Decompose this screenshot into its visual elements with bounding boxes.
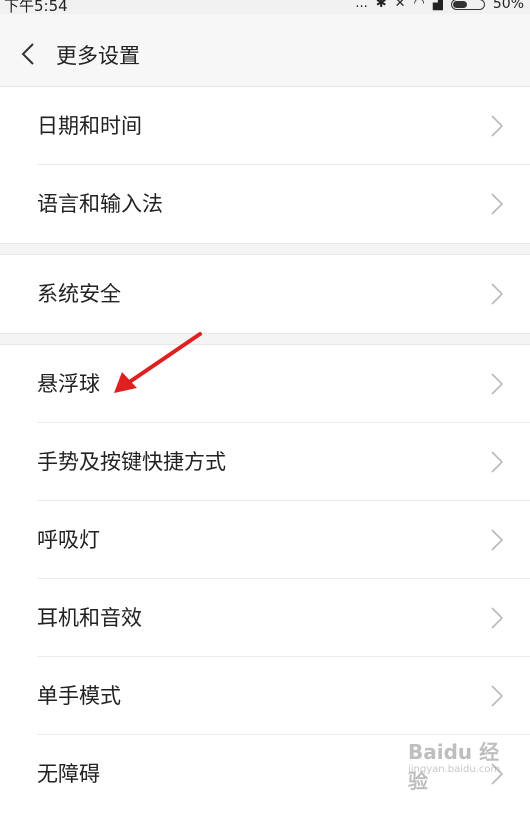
- chevron-right-icon: [491, 115, 504, 137]
- settings-item-headphones-audio[interactable]: 耳机和音效: [0, 579, 530, 657]
- wifi-icon: ◠: [413, 0, 425, 11]
- chevron-right-icon: [491, 373, 504, 395]
- bluetooth-icon: ✱: [375, 0, 387, 11]
- page-title: 更多设置: [56, 44, 140, 68]
- settings-item-label: 耳机和音效: [37, 606, 142, 630]
- battery-icon: [450, 0, 485, 10]
- watermark-url: jingyan.baidu.com: [408, 764, 501, 775]
- settings-item-notification-light[interactable]: 呼吸灯: [0, 501, 530, 579]
- chevron-right-icon: [491, 193, 504, 215]
- settings-item-date-time[interactable]: 日期和时间: [0, 87, 530, 165]
- settings-item-floating-ball[interactable]: 悬浮球: [0, 345, 530, 423]
- header-bar: 更多设置: [0, 14, 530, 87]
- chevron-right-icon: [491, 283, 504, 305]
- chevron-right-icon: [491, 607, 504, 629]
- battery-percent: 50%: [492, 0, 524, 12]
- settings-item-label: 悬浮球: [37, 372, 100, 396]
- settings-item-one-handed-mode[interactable]: 单手模式: [0, 657, 530, 735]
- status-time: 下午5:54: [4, 0, 68, 14]
- status-bar: 下午5:54 ... ✱ ✕ ◠ ▟ 50%: [0, 0, 530, 14]
- settings-item-label: 手势及按键快捷方式: [37, 450, 226, 474]
- settings-list: 日期和时间 语言和输入法 系统安全 悬浮球 手势及按键快捷方式 呼吸灯 耳机和音…: [0, 87, 530, 813]
- settings-item-label: 呼吸灯: [37, 528, 100, 552]
- settings-item-label: 日期和时间: [37, 114, 142, 138]
- settings-item-label: 单手模式: [37, 684, 121, 708]
- battery-fill: [452, 0, 467, 8]
- back-arrow-icon: [21, 43, 34, 65]
- settings-item-label: 系统安全: [37, 282, 121, 306]
- chevron-right-icon: [491, 451, 504, 473]
- back-button[interactable]: [10, 36, 46, 72]
- settings-item-gesture-shortcuts[interactable]: 手势及按键快捷方式: [0, 423, 530, 501]
- watermark-logo: Baidu 经验 jingyan.baidu.com: [402, 734, 512, 793]
- settings-item-label: 无障碍: [37, 762, 100, 786]
- more-dots: ...: [355, 0, 368, 11]
- settings-item-label: 语言和输入法: [37, 192, 163, 216]
- settings-group-1: 日期和时间 语言和输入法: [0, 87, 530, 243]
- settings-group-2: 系统安全: [0, 255, 530, 333]
- status-icons: ... ✱ ✕ ◠ ▟ 50%: [355, 0, 524, 13]
- group-separator: [0, 333, 530, 345]
- chevron-right-icon: [491, 685, 504, 707]
- signal-icon: ▟: [432, 0, 443, 11]
- settings-item-system-security[interactable]: 系统安全: [0, 255, 530, 333]
- vibrate-icon: ✕: [394, 0, 406, 11]
- group-separator: [0, 243, 530, 255]
- chevron-right-icon: [491, 529, 504, 551]
- settings-item-language-input[interactable]: 语言和输入法: [0, 165, 530, 243]
